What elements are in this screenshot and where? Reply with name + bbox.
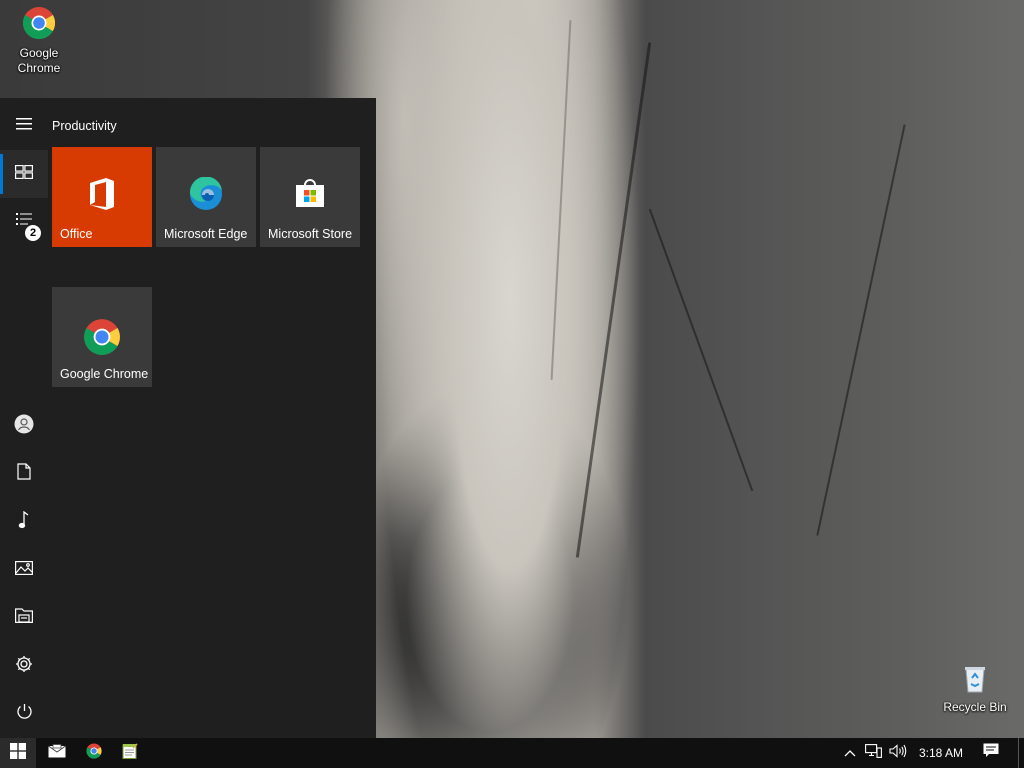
- tile-label: Google Chrome: [60, 367, 149, 381]
- mail-icon: [48, 743, 66, 763]
- music-icon: [18, 510, 30, 534]
- action-center-button[interactable]: [976, 738, 1006, 768]
- power-button[interactable]: [0, 690, 48, 738]
- wallpaper-detail: [575, 42, 652, 558]
- pictures-button[interactable]: [0, 546, 48, 594]
- desktop-icon-recycle-bin[interactable]: Recycle Bin: [938, 664, 1012, 715]
- chevron-up-icon: [844, 744, 856, 762]
- hamburger-icon: [16, 117, 32, 135]
- recycle-bin-icon: [938, 664, 1012, 698]
- office-icon: [52, 177, 152, 211]
- file-explorer-icon: [15, 608, 33, 628]
- notepad-icon: [122, 742, 138, 764]
- start-button[interactable]: [0, 738, 36, 768]
- windows-logo-icon: [10, 742, 26, 764]
- network-icon: [864, 743, 882, 763]
- volume-icon: [889, 743, 907, 763]
- clock[interactable]: 3:18 AM: [912, 738, 970, 768]
- tile-microsoft-store[interactable]: Microsoft Store: [260, 147, 360, 247]
- user-icon: [14, 414, 34, 439]
- show-desktop-button[interactable]: [1019, 738, 1024, 768]
- power-icon: [16, 703, 33, 725]
- pinned-tiles-button[interactable]: [0, 150, 48, 198]
- chrome-icon: [86, 742, 102, 764]
- file-explorer-button[interactable]: [0, 594, 48, 642]
- settings-button[interactable]: [0, 642, 48, 690]
- taskbar-notepad[interactable]: [116, 738, 144, 768]
- volume-button[interactable]: [886, 738, 910, 768]
- documents-button[interactable]: [0, 450, 48, 498]
- settings-icon: [15, 655, 33, 678]
- tiles-icon: [15, 164, 33, 184]
- expand-menu-button[interactable]: [0, 102, 48, 150]
- start-menu: 2 Productivity Office Microsoft Edge Mic…: [0, 98, 376, 738]
- wallpaper-detail: [648, 208, 754, 492]
- network-button[interactable]: [862, 738, 884, 768]
- tile-label: Microsoft Edge: [164, 227, 248, 241]
- tile-label: Microsoft Store: [268, 227, 353, 241]
- desktop-icon-label: Recycle Bin: [943, 700, 1007, 714]
- chrome-icon: [2, 6, 76, 44]
- desktop-icon-google-chrome[interactable]: Google Chrome: [2, 6, 76, 76]
- documents-icon: [17, 463, 31, 485]
- music-button[interactable]: [0, 498, 48, 546]
- account-button[interactable]: [0, 402, 48, 450]
- wallpaper-detail: [816, 124, 906, 536]
- taskbar: 3:18 AM: [0, 738, 1024, 768]
- tile-label: Office: [60, 227, 93, 241]
- chrome-icon: [52, 318, 152, 356]
- store-icon: [260, 177, 360, 211]
- tile-google-chrome[interactable]: Google Chrome: [52, 287, 152, 387]
- pictures-icon: [15, 560, 33, 580]
- taskbar-chrome[interactable]: [80, 738, 108, 768]
- action-center-icon: [983, 743, 999, 763]
- start-rail: 2: [0, 98, 48, 738]
- tile-office[interactable]: Office: [52, 147, 152, 247]
- taskbar-mail[interactable]: [42, 738, 72, 768]
- desktop-icon-label: Google Chrome: [17, 46, 61, 75]
- tile-group-title[interactable]: Productivity: [52, 119, 117, 133]
- wallpaper-detail: [550, 20, 572, 380]
- all-apps-button[interactable]: 2: [0, 198, 48, 246]
- all-apps-badge: 2: [24, 224, 42, 242]
- edge-icon: [156, 177, 256, 211]
- show-hidden-icons-button[interactable]: [840, 738, 860, 768]
- tile-microsoft-edge[interactable]: Microsoft Edge: [156, 147, 256, 247]
